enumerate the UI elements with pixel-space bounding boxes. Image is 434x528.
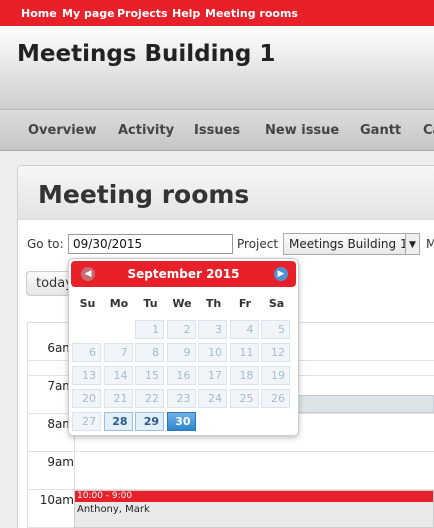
datepicker-day[interactable]: 21 [103, 389, 133, 408]
top-link-my-page[interactable]: My page [62, 7, 115, 20]
datepicker-day[interactable]: 9 [166, 343, 196, 362]
calendar-event[interactable]: 10:00 - 9:00 Anthony, Mark [74, 490, 434, 528]
datepicker-day[interactable]: 4 [229, 320, 259, 339]
weekday-header: Sa [268, 297, 285, 310]
datepicker-day[interactable]: 2 [166, 320, 196, 339]
goto-label: Go to: [27, 237, 64, 251]
datepicker-day[interactable]: 28 [103, 412, 133, 431]
tab-new-issue[interactable]: New issue [265, 123, 339, 138]
datepicker-day[interactable]: 29 [135, 412, 164, 431]
weekday-header: Mo [109, 297, 129, 310]
time-label: 10am [39, 493, 74, 507]
event-time: 10:00 - 9:00 [75, 491, 433, 502]
datepicker-day[interactable]: 8 [135, 343, 164, 362]
datepicker-day[interactable]: 17 [198, 366, 227, 385]
datepicker-day[interactable]: 22 [135, 389, 164, 408]
datepicker-day[interactable]: 26 [261, 389, 290, 408]
tab-calendar[interactable]: Ca [423, 123, 434, 138]
datepicker-day[interactable]: 6 [72, 343, 101, 362]
datepicker-day[interactable]: 27 [72, 412, 101, 431]
project-title: Meetings Building 1 [17, 41, 276, 67]
weekday-header: Tu [143, 297, 158, 310]
page-title: Meeting rooms [38, 180, 250, 209]
datepicker-day[interactable]: 30 [166, 412, 196, 431]
chevron-down-icon: ▼ [405, 234, 419, 254]
datepicker-day[interactable]: 20 [72, 389, 101, 408]
top-link-help[interactable]: Help [172, 7, 200, 20]
tab-issues[interactable]: Issues [194, 123, 240, 138]
datepicker: ◀ September 2015 ▶ Su Mo Tu We Th Fr Sa 1 2 3 4 5 6 7… [68, 258, 299, 436]
event-title: Anthony, Mark [77, 504, 150, 515]
datepicker-month: September 2015 [127, 267, 240, 281]
tab-overview[interactable]: Overview [28, 123, 97, 138]
datepicker-day[interactable]: 7 [103, 343, 133, 362]
date-input[interactable]: 09/30/2015 [68, 234, 233, 254]
page-title-bar: Meeting rooms [18, 166, 434, 220]
datepicker-day[interactable]: 1 [135, 320, 164, 339]
project-label: Project [237, 237, 279, 251]
datepicker-day[interactable]: 18 [229, 366, 259, 385]
header: Meetings Building 1 [0, 26, 434, 110]
tab-gantt[interactable]: Gantt [360, 123, 401, 138]
datepicker-day[interactable]: 16 [166, 366, 196, 385]
datepicker-day[interactable]: 5 [261, 320, 290, 339]
datepicker-day[interactable]: 12 [261, 343, 290, 362]
tab-activity[interactable]: Activity [118, 123, 174, 138]
calendar-event-background[interactable] [298, 395, 434, 413]
project-select-value: Meetings Building 1 [289, 237, 408, 251]
weekday-header: Su [79, 297, 96, 310]
datepicker-day[interactable]: 14 [103, 366, 133, 385]
datepicker-day[interactable]: 13 [72, 366, 101, 385]
project-select[interactable]: Meetings Building 1 ▼ [283, 233, 420, 255]
datepicker-day[interactable]: 23 [166, 389, 196, 408]
top-link-meeting-rooms[interactable]: Meeting rooms [205, 7, 298, 20]
next-label-fragment: M [426, 237, 434, 251]
datepicker-day[interactable]: 25 [229, 389, 259, 408]
main-menu: Overview Activity Issues New issue Gantt… [0, 110, 434, 151]
time-label: 9am [47, 455, 74, 469]
time-row[interactable] [28, 452, 434, 490]
weekday-header: Th [205, 297, 222, 310]
datepicker-day[interactable]: 15 [135, 366, 164, 385]
weekday-header: Fr [238, 297, 252, 310]
datepicker-day[interactable]: 11 [229, 343, 259, 362]
datepicker-header: ◀ September 2015 ▶ [71, 261, 296, 287]
top-link-home[interactable]: Home [21, 7, 57, 20]
next-month-icon[interactable]: ▶ [274, 267, 288, 281]
datepicker-day[interactable]: 3 [198, 320, 227, 339]
datepicker-day[interactable]: 19 [261, 366, 290, 385]
datepicker-day[interactable]: 10 [198, 343, 227, 362]
top-menu: Home My page Projects Help Meeting rooms [0, 0, 434, 26]
datepicker-day[interactable]: 24 [198, 389, 227, 408]
weekday-header: We [172, 297, 192, 310]
top-link-projects[interactable]: Projects [117, 7, 168, 20]
